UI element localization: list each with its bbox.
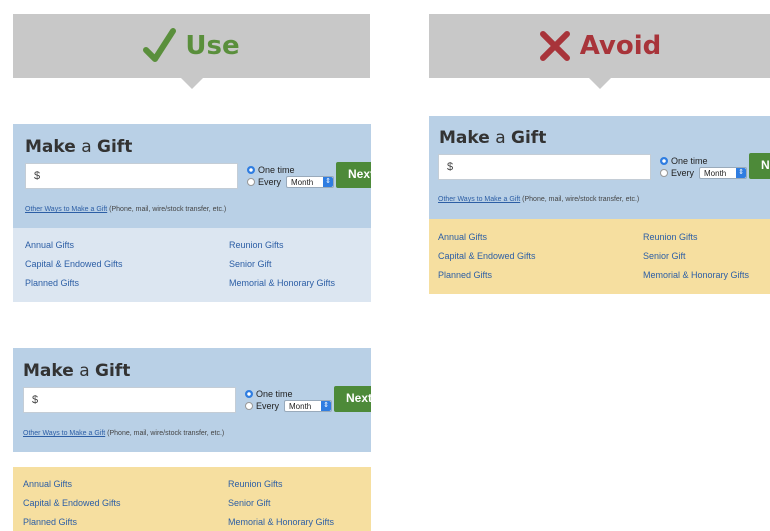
gift-widget-avoid: Make a Gift $ One time Every Month ⇕ N Ot…	[429, 116, 770, 294]
link-memorial-honorary-gifts[interactable]: Memorial & Honorary Gifts	[228, 517, 334, 527]
other-ways-link[interactable]: Other Ways to Make a Gift	[438, 196, 520, 203]
banner-pointer	[180, 78, 203, 89]
amount-input[interactable]: $	[23, 387, 236, 413]
form-title: Make a Gift	[439, 128, 547, 148]
link-senior-gift[interactable]: Senior Gift	[228, 498, 271, 508]
amount-input[interactable]: $	[438, 154, 651, 180]
other-ways: Other Ways to Make a Gift (Phone, mail, …	[23, 430, 225, 437]
other-ways: Other Ways to Make a Gift (Phone, mail, …	[438, 196, 640, 203]
link-capital-endowed-gifts[interactable]: Capital & Endowed Gifts	[23, 498, 121, 508]
next-button[interactable]: Next	[336, 162, 371, 188]
link-annual-gifts[interactable]: Annual Gifts	[438, 232, 487, 242]
form-title: Make a Gift	[25, 137, 133, 157]
link-reunion-gifts[interactable]: Reunion Gifts	[643, 232, 698, 242]
link-annual-gifts[interactable]: Annual Gifts	[23, 479, 72, 489]
radio-one-time[interactable]	[660, 157, 668, 165]
link-planned-gifts[interactable]: Planned Gifts	[438, 270, 492, 280]
gift-form: Make a Gift $ One time Every Month⇕ Next…	[13, 124, 371, 228]
radio-every[interactable]	[245, 402, 253, 410]
link-capital-endowed-gifts[interactable]: Capital & Endowed Gifts	[438, 251, 536, 261]
form-title: Make a Gift	[23, 361, 131, 381]
frequency-options: One time Every Month ⇕	[245, 388, 333, 412]
avoid-label: Avoid	[579, 31, 662, 61]
select-arrows-icon: ⇕	[323, 177, 334, 187]
link-memorial-honorary-gifts[interactable]: Memorial & Honorary Gifts	[229, 278, 335, 288]
gift-links-panel: Annual Gifts Reunion Gifts Capital & End…	[429, 219, 770, 294]
link-annual-gifts[interactable]: Annual Gifts	[25, 240, 74, 250]
gift-links-panel: Annual Gifts Reunion Gifts Capital & End…	[13, 467, 371, 531]
radio-every[interactable]	[247, 178, 255, 186]
select-arrows-icon: ⇕	[736, 168, 747, 178]
frequency-select[interactable]: Month ⇕	[284, 400, 333, 412]
gift-widget-use-separated: Make a Gift $ One time Every Month ⇕ Next…	[13, 348, 371, 531]
use-label: Use	[185, 31, 240, 61]
other-ways-link[interactable]: Other Ways to Make a Gift	[25, 206, 107, 213]
link-capital-endowed-gifts[interactable]: Capital & Endowed Gifts	[25, 259, 123, 269]
gift-form: Make a Gift $ One time Every Month⇕ Next…	[13, 348, 371, 452]
avoid-banner: Avoid	[429, 14, 770, 89]
x-mark-icon	[539, 31, 570, 61]
link-reunion-gifts[interactable]: Reunion Gifts	[228, 479, 283, 489]
gift-form: Make a Gift $ One time Every Month ⇕ N Ot…	[429, 116, 770, 219]
link-senior-gift[interactable]: Senior Gift	[229, 259, 272, 269]
amount-input[interactable]: $	[25, 163, 238, 189]
other-ways: Other Ways to Make a Gift (Phone, mail, …	[25, 206, 227, 213]
frequency-select[interactable]: Month ⇕	[286, 176, 335, 188]
use-banner: Use	[13, 14, 370, 89]
radio-one-time[interactable]	[247, 166, 255, 174]
select-arrows-icon: ⇕	[321, 401, 332, 411]
frequency-options: One time Every Month ⇕	[660, 155, 748, 179]
link-planned-gifts[interactable]: Planned Gifts	[23, 517, 77, 527]
radio-every[interactable]	[660, 169, 668, 177]
checkmark-icon	[143, 28, 177, 62]
gift-widget-use-attached: Make a Gift $ One time Every Month⇕ Next…	[13, 124, 371, 302]
link-reunion-gifts[interactable]: Reunion Gifts	[229, 240, 284, 250]
other-ways-link[interactable]: Other Ways to Make a Gift	[23, 430, 105, 437]
link-memorial-honorary-gifts[interactable]: Memorial & Honorary Gifts	[643, 270, 749, 280]
radio-one-time[interactable]	[245, 390, 253, 398]
gift-links-panel: Annual Gifts Reunion Gifts Capital & End…	[13, 228, 371, 302]
frequency-options: One time Every Month ⇕	[247, 164, 335, 188]
next-button[interactable]: Next	[334, 386, 371, 412]
link-planned-gifts[interactable]: Planned Gifts	[25, 278, 79, 288]
frequency-select[interactable]: Month ⇕	[699, 167, 748, 179]
banner-pointer	[588, 78, 611, 89]
link-senior-gift[interactable]: Senior Gift	[643, 251, 686, 261]
next-button[interactable]: N	[749, 153, 770, 179]
